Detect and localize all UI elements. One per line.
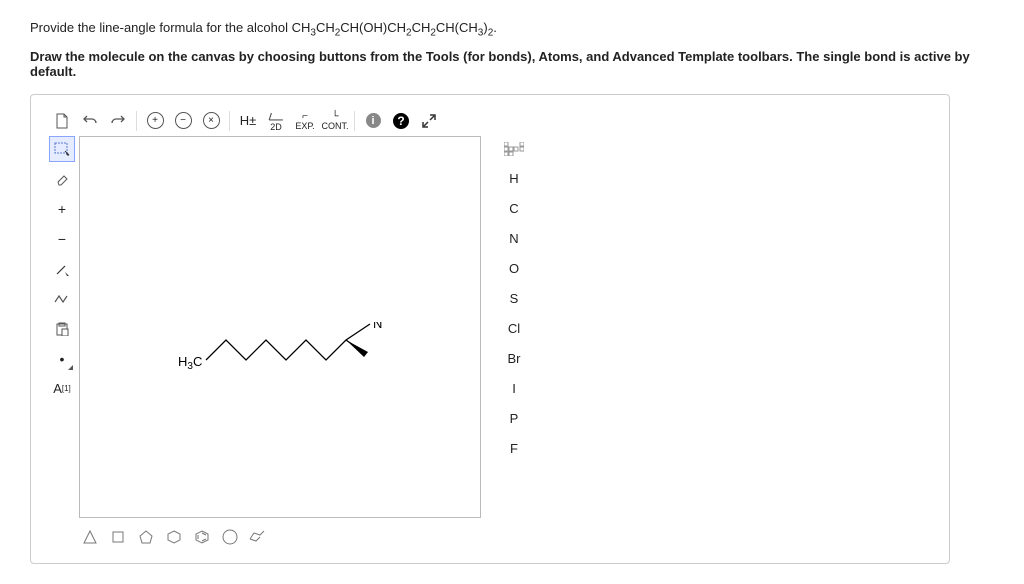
label-tool[interactable]: A[1] xyxy=(49,376,75,402)
template-cycloheptane[interactable] xyxy=(219,526,241,548)
mol-left-label: H3C xyxy=(178,354,202,372)
h-toggle-button[interactable]: H± xyxy=(235,110,261,132)
template-hexagon[interactable] xyxy=(163,526,185,548)
cont-button[interactable]: └CONT. xyxy=(321,110,349,132)
atom-i-button[interactable]: I xyxy=(497,376,531,402)
marquee-tool[interactable] xyxy=(49,136,75,162)
template-square[interactable] xyxy=(107,526,129,548)
periodic-table-button[interactable] xyxy=(497,136,531,162)
atom-s-button[interactable]: S xyxy=(497,286,531,312)
eraser-tool[interactable] xyxy=(49,166,75,192)
template-triangle[interactable] xyxy=(79,526,101,548)
undo-button[interactable] xyxy=(77,110,103,132)
zoom-fit-button[interactable]: × xyxy=(198,110,224,132)
expand-button[interactable] xyxy=(416,110,442,132)
template-benzene[interactable] xyxy=(191,526,213,548)
atom-br-button[interactable]: Br xyxy=(497,346,531,372)
molecule-editor: + − × H± 2D ⌐EXP. └CONT. i ? + − • A[1] … xyxy=(30,94,950,564)
charge-minus-tool[interactable]: − xyxy=(49,226,75,252)
template-chair[interactable] xyxy=(247,526,269,548)
atom-h-button[interactable]: H xyxy=(497,166,531,192)
atom-n-button[interactable]: N xyxy=(497,226,531,252)
single-bond-tool[interactable] xyxy=(49,256,75,282)
question-prompt: Provide the line-angle formula for the a… xyxy=(30,20,994,39)
drawing-canvas[interactable]: H3C N xyxy=(79,136,481,518)
atom-o-button[interactable]: O xyxy=(497,256,531,282)
atom-f-button[interactable]: F xyxy=(497,436,531,462)
exp-button[interactable]: ⌐EXP. xyxy=(291,110,319,132)
template-pentagon[interactable] xyxy=(135,526,157,548)
view-2d-button[interactable]: 2D xyxy=(263,110,289,132)
atom-p-button[interactable]: P xyxy=(497,406,531,432)
dot-tool[interactable]: • xyxy=(49,346,75,372)
new-doc-button[interactable] xyxy=(49,110,75,132)
atom-toolbar: H C N O S Cl Br I P F xyxy=(497,136,531,518)
help-button[interactable]: ? xyxy=(388,110,414,132)
atom-cl-button[interactable]: Cl xyxy=(497,316,531,342)
paste-tool[interactable] xyxy=(49,316,75,342)
zoom-in-button[interactable]: + xyxy=(142,110,168,132)
charge-plus-tool[interactable]: + xyxy=(49,196,75,222)
atom-c-button[interactable]: C xyxy=(497,196,531,222)
zoom-out-button[interactable]: − xyxy=(170,110,196,132)
top-toolbar: + − × H± 2D ⌐EXP. └CONT. i ? xyxy=(49,110,931,132)
redo-button[interactable] xyxy=(105,110,131,132)
template-toolbar xyxy=(79,526,931,548)
chain-tool[interactable] xyxy=(49,286,75,312)
info-button[interactable]: i xyxy=(360,110,386,132)
instruction-text: Draw the molecule on the canvas by choos… xyxy=(30,49,994,79)
mol-right-label: N xyxy=(373,322,382,331)
left-toolbar: + − • A[1] xyxy=(49,136,73,518)
